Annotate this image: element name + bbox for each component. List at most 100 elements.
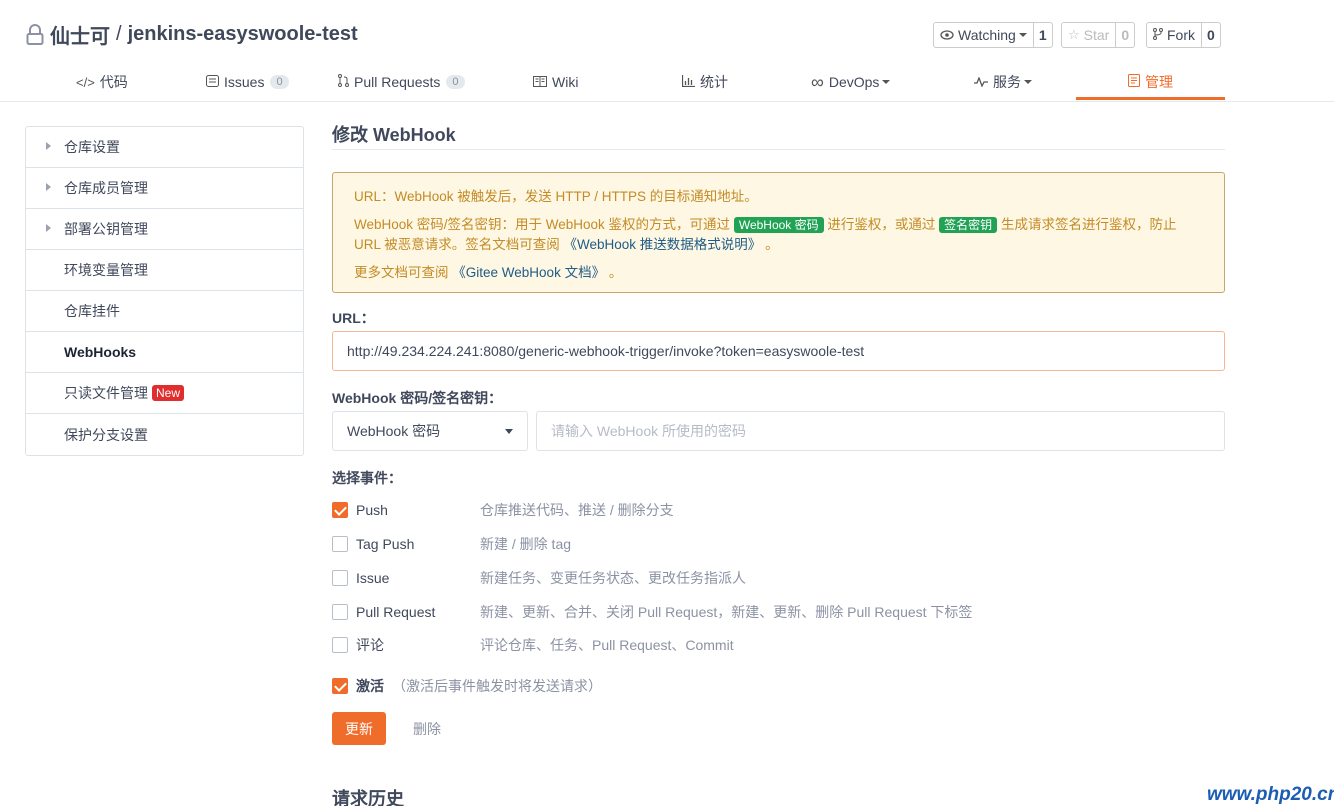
activate-text: 激活 （激活后事件触发时将发送请求） [356,676,602,696]
fork-button[interactable]: Fork 0 [1146,22,1221,48]
event-description: 新建 / 删除 tag [480,536,572,552]
tab-devops[interactable]: ∞ DevOps [811,62,891,102]
password-tag: WebHook 密码 [733,217,824,233]
tab-wiki[interactable]: Wiki [533,62,578,102]
sidebar-item-repo-settings[interactable]: 仓库设置 [26,127,303,168]
repo-header: 仙士可 / jenkins-easyswoole-test Watching 1… [0,0,1334,102]
star-button[interactable]: ☆ Star 0 [1061,22,1136,48]
pull-request-icon [338,74,349,90]
chevron-down-icon [1018,33,1027,37]
secret-label: WebHook 密码/签名密钥： [332,390,503,406]
star-icon: ☆ [1068,27,1080,42]
event-row-tag-push: Tag Push 新建 / 删除 tag [332,534,1225,554]
notice-text: WebHook 密码/签名密钥：用于 WebHook 鉴权的方式，可通过 [354,217,731,232]
sidebar-item-label: 保护分支设置 [64,426,148,443]
repo-owner-link[interactable]: 仙士可 [50,20,110,49]
event-checkbox-push[interactable] [332,502,348,518]
secret-type-value: WebHook 密码 [347,423,441,439]
caret-right-icon [46,224,51,232]
sidebar-item-env-vars[interactable]: 环境变量管理 [26,250,303,291]
tab-manage[interactable]: 管理 [1128,62,1173,102]
sidebar-item-members[interactable]: 仓库成员管理 [26,168,303,209]
event-description: 新建、更新、合并、关闭 Pull Request，新建、更新、删除 Pull R… [480,604,973,620]
tab-stats[interactable]: 统计 [681,62,728,102]
fork-icon [1153,27,1163,43]
event-row-comment: 评论 评论仓库、任务、Pull Request、Commit [332,635,1225,655]
sidebar-item-widgets[interactable]: 仓库挂件 [26,291,303,332]
activate-row: 激活 （激活后事件触发时将发送请求） [332,676,1225,696]
tab-label: 管理 [1145,74,1173,90]
events-label: 选择事件： [332,470,402,486]
new-badge: New [152,385,185,401]
update-button[interactable]: 更新 [332,712,386,745]
event-name: 评论 [356,637,384,653]
notice-text: 。 [608,265,623,280]
sign-key-tag: 签名密钥 [939,217,998,233]
tab-label: 服务 [993,74,1021,90]
issues-count-badge: 0 [270,75,289,89]
active-tab-indicator [1076,97,1225,100]
tab-label: 统计 [700,74,728,90]
tab-services[interactable]: 服务 [974,62,1032,102]
notice-text: 进行鉴权，或通过 [827,217,936,232]
watch-button[interactable]: Watching 1 [933,22,1053,48]
caret-right-icon [46,142,51,150]
tab-pull-requests[interactable]: Pull Requests 0 [338,62,465,102]
activate-checkbox[interactable] [332,678,348,694]
issues-icon [206,74,219,90]
sidebar-item-deploy-keys[interactable]: 部署公钥管理 [26,209,303,250]
url-input[interactable]: http://49.234.224.241:8080/generic-webho… [332,331,1225,371]
event-checkbox-issue[interactable] [332,570,348,586]
event-row-push: Push 仓库推送代码、推送 / 删除分支 [332,500,1225,520]
notice-line-docs: 更多文档可查阅 《Gitee WebHook 文档》 。 [354,263,1203,283]
repo-name-link[interactable]: jenkins-easyswoole-test [128,23,358,46]
settings-sidebar: 仓库设置 仓库成员管理 部署公钥管理 环境变量管理 仓库挂件 WebHooks … [25,126,304,456]
manage-icon [1128,74,1140,90]
code-icon: </> [76,74,95,90]
sidebar-item-readonly-files[interactable]: 只读文件管理 New [26,373,303,414]
star-count[interactable]: 0 [1115,23,1134,47]
chevron-down-icon [505,428,513,434]
event-name: Push [356,502,388,518]
secret-password-input[interactable]: 请输入 WebHook 所使用的密码 [536,411,1225,451]
fork-label: Fork [1167,27,1195,43]
pulse-icon [974,75,988,90]
activate-description: （激活后事件触发时将发送请求） [392,678,602,694]
tab-code[interactable]: </> 代码 [76,62,128,102]
caret-right-icon [46,183,51,191]
stats-icon [681,74,695,90]
tab-label: Wiki [552,74,579,90]
tab-issues[interactable]: Issues 0 [206,62,289,102]
sidebar-item-label: 环境变量管理 [64,262,148,278]
activate-label: 激活 [356,678,384,694]
fork-count[interactable]: 0 [1201,23,1220,47]
event-checkbox-pull-request[interactable] [332,604,348,620]
url-label: URL： [332,310,375,326]
secret-type-select[interactable]: WebHook 密码 [332,411,528,451]
sidebar-item-protected-branches[interactable]: 保护分支设置 [26,414,303,455]
sidebar-item-label: WebHooks [64,344,137,360]
format-doc-link[interactable]: 《WebHook 推送数据格式说明》 [564,237,762,252]
watch-count[interactable]: 1 [1032,23,1052,47]
gitee-webhook-doc-link[interactable]: 《Gitee WebHook 文档》 [452,265,605,280]
infinity-icon: ∞ [811,71,824,92]
repo-path-separator: / [116,23,122,45]
repo-title: 仙士可 / jenkins-easyswoole-test [26,20,358,49]
event-checkbox-tag-push[interactable] [332,536,348,552]
sidebar-item-label: 仓库设置 [64,139,120,155]
sidebar-item-webhooks[interactable]: WebHooks [26,332,303,373]
sidebar-item-label: 仓库成员管理 [64,180,148,196]
repo-nav-tabs: </> 代码 Issues 0 Pull Requests 0 Wiki 统计 … [0,62,1334,102]
event-row-pull-request: Pull Request 新建、更新、合并、关闭 Pull Request，新建… [332,602,1225,622]
event-description: 仓库推送代码、推送 / 删除分支 [480,502,674,518]
chevron-down-icon [882,80,891,84]
chevron-down-icon [1024,80,1032,84]
delete-button[interactable]: 删除 [413,712,441,745]
event-row-issue: Issue 新建任务、变更任务状态、更改任务指派人 [332,568,1225,588]
request-history-title: 请求历史 [332,789,404,806]
tab-label: Issues [224,74,265,90]
sidebar-item-label: 只读文件管理 [64,385,148,401]
sidebar-item-label: 仓库挂件 [64,303,120,319]
event-checkbox-comment[interactable] [332,637,348,653]
event-name: Tag Push [356,536,415,552]
